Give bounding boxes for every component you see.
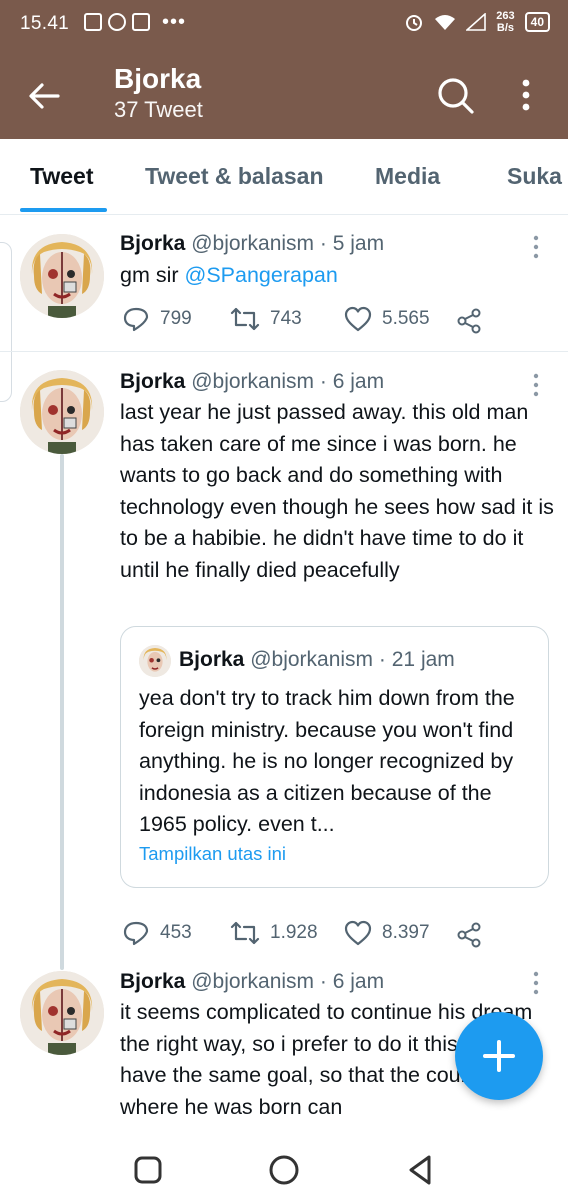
avatar[interactable] xyxy=(20,234,104,318)
tweet-count: 37 Tweet xyxy=(114,97,203,122)
retweet-button[interactable]: 743 xyxy=(230,306,302,332)
profile-tabs: Tweet Tweet & balasan Media Suka xyxy=(0,139,568,215)
tweet-time[interactable]: 6 jam xyxy=(333,970,384,993)
separator-dot: · xyxy=(319,232,327,255)
profile-title-block: Bjorka 37 Tweet xyxy=(114,62,203,124)
tweet-time[interactable]: 5 jam xyxy=(333,232,384,255)
tab-media[interactable]: Media xyxy=(375,163,440,190)
like-count: 5.565 xyxy=(382,308,430,329)
status-bar: 15.41 ••• 263 B/s 40 xyxy=(0,0,568,48)
whatsapp-icon xyxy=(108,13,126,31)
tweet-text: last year he just passed away. this old … xyxy=(120,400,554,582)
app-header: Bjorka 37 Tweet xyxy=(0,48,568,139)
reply-count: 453 xyxy=(160,922,192,943)
search-icon[interactable] xyxy=(434,74,476,116)
heart-icon xyxy=(344,920,372,946)
avatar[interactable] xyxy=(20,971,104,1055)
system-nav-bar xyxy=(0,1140,568,1200)
retweet-button[interactable]: 1.928 xyxy=(230,920,318,946)
quote-author-name: Bjorka xyxy=(179,648,245,671)
battery-icon: 40 xyxy=(524,12,550,32)
wifi-icon xyxy=(435,15,456,30)
compose-tweet-button[interactable] xyxy=(455,1012,543,1100)
quote-time: 21 jam xyxy=(391,648,455,671)
signal-icon xyxy=(466,13,487,31)
retweet-icon xyxy=(230,307,260,331)
tweet-author-name[interactable]: Bjorka xyxy=(120,970,185,993)
share-icon[interactable] xyxy=(456,308,482,334)
show-thread-link[interactable]: Tampilkan utas ini xyxy=(139,843,286,865)
tweet-item[interactable]: Bjorka @bjorkanism · 5 jam gm sir @SPang… xyxy=(0,216,568,352)
net-speed: 263 B/s xyxy=(496,10,515,34)
like-button[interactable]: 5.565 xyxy=(344,306,430,332)
mention-link[interactable]: @SPangerapan xyxy=(185,263,338,287)
separator-dot: · xyxy=(319,370,327,393)
share-icon[interactable] xyxy=(456,922,482,948)
tweet-actions: 453 1.928 8.397 xyxy=(120,920,560,950)
home-icon[interactable] xyxy=(262,1148,306,1192)
back-arrow-icon[interactable] xyxy=(24,76,64,116)
tweet-menu-icon[interactable] xyxy=(528,234,544,260)
tweet-author-handle[interactable]: @bjorkanism xyxy=(191,232,314,255)
reply-icon xyxy=(123,921,149,946)
separator-dot: · xyxy=(319,970,327,993)
quoted-tweet[interactable]: Bjorka @bjorkanism · 21 jam yea don't tr… xyxy=(120,626,549,888)
alarm-icon xyxy=(406,15,423,31)
recent-apps-icon[interactable] xyxy=(126,1148,170,1192)
tweet-item[interactable]: Bjorka @bjorkanism · 6 jam last year he … xyxy=(0,352,568,968)
gallery-icon xyxy=(132,13,150,31)
tweet-feed[interactable]: Bjorka @bjorkanism · 5 jam gm sir @SPang… xyxy=(0,216,568,1140)
retweet-count: 1.928 xyxy=(270,922,318,943)
tab-tweet-replies[interactable]: Tweet & balasan xyxy=(145,163,324,190)
tab-likes[interactable]: Suka xyxy=(507,163,562,190)
reply-button[interactable]: 453 xyxy=(122,920,192,946)
retweet-count: 743 xyxy=(270,308,302,329)
page-title: Bjorka xyxy=(114,63,202,94)
tab-tweet[interactable]: Tweet xyxy=(30,163,93,190)
quote-text: yea don't try to track him down from the… xyxy=(139,686,515,836)
back-nav-icon[interactable] xyxy=(398,1148,442,1192)
quote-avatar xyxy=(139,645,171,677)
message-icon xyxy=(84,13,102,31)
reply-count: 799 xyxy=(160,308,192,329)
tweet-actions: 799 743 5.565 xyxy=(120,306,560,336)
more-options-icon[interactable] xyxy=(512,74,540,116)
tweet-author-handle[interactable]: @bjorkanism xyxy=(191,970,314,993)
more-dots-icon: ••• xyxy=(162,11,187,33)
status-time: 15.41 xyxy=(20,13,70,34)
tweet-menu-icon[interactable] xyxy=(528,372,544,398)
tweet-author-name[interactable]: Bjorka xyxy=(120,232,185,255)
retweet-icon xyxy=(230,921,260,945)
like-button[interactable]: 8.397 xyxy=(344,920,430,946)
reply-button[interactable]: 799 xyxy=(122,306,192,332)
like-count: 8.397 xyxy=(382,922,430,943)
heart-icon xyxy=(344,306,372,332)
tweet-author-name[interactable]: Bjorka xyxy=(120,370,185,393)
active-tab-indicator xyxy=(20,208,107,212)
reply-icon xyxy=(123,307,149,332)
tweet-menu-icon[interactable] xyxy=(528,970,544,996)
tweet-author-handle[interactable]: @bjorkanism xyxy=(191,370,314,393)
tweet-time[interactable]: 6 jam xyxy=(333,370,384,393)
quote-author-handle: @bjorkanism xyxy=(250,648,374,671)
avatar[interactable] xyxy=(20,370,104,454)
separator-dot: · xyxy=(378,648,386,671)
tweet-text: gm sir @SPangerapan xyxy=(120,263,338,287)
